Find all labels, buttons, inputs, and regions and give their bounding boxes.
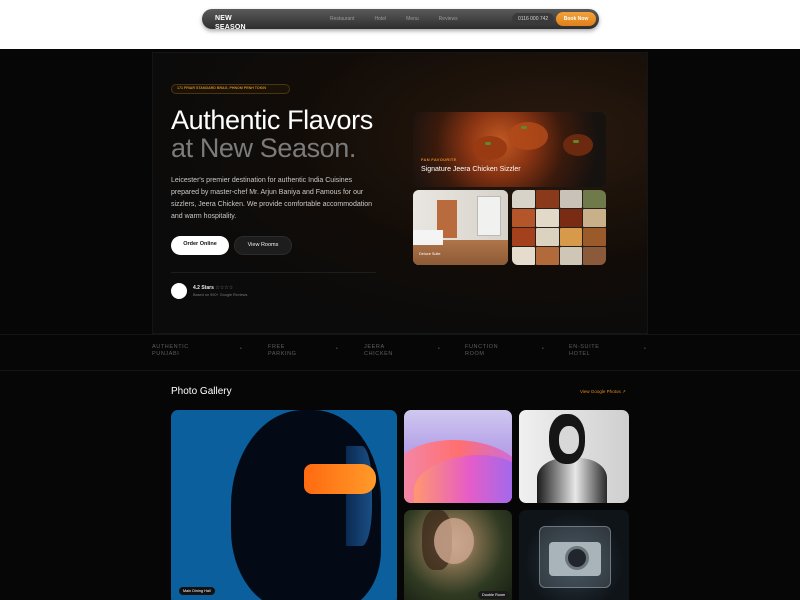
gallery-photo-motion[interactable]: Double Room	[404, 510, 512, 600]
nav-link-reviews[interactable]: Reviews	[439, 16, 458, 22]
gallery-photo-waves[interactable]	[404, 410, 512, 503]
nav-link-menu[interactable]: Menu	[406, 16, 419, 22]
view-rooms-button[interactable]: View Rooms	[234, 236, 292, 255]
photo-caption: Double Room	[478, 591, 510, 599]
hero-divider	[171, 272, 376, 273]
room-caption: Deluxe Suite	[419, 252, 441, 256]
gallery-photo-camera[interactable]	[519, 510, 629, 600]
phone-number[interactable]: 0116 000 742	[512, 13, 555, 25]
feature-item: FUNCTION ROOM	[465, 344, 499, 357]
gallery-photo-portrait[interactable]	[519, 410, 629, 503]
nav-link-restaurant[interactable]: Restaurant	[330, 16, 354, 22]
feature-item: JEERA CHICKEN	[364, 344, 393, 357]
gallery-photo-main[interactable]: Main Dining Hall	[171, 410, 397, 600]
gallery-title: Photo Gallery	[171, 386, 232, 397]
navbar: NEW SEASON Restaurant Hotel Menu Reviews…	[202, 9, 599, 32]
hero-description: Leicester's premier destination for auth…	[171, 177, 373, 220]
signature-tag: FAN FAVOURITE	[421, 157, 457, 162]
photo-caption: Main Dining Hall	[179, 587, 215, 595]
star-icon: ☆☆☆☆	[215, 285, 234, 291]
sunglasses	[304, 464, 376, 494]
google-logo-icon	[171, 283, 187, 299]
view-google-photos-link[interactable]: View Google Photos ↗	[580, 389, 626, 395]
rating: 4.2 Stars ☆☆☆☆	[193, 285, 233, 291]
room-bed	[413, 230, 443, 245]
brand-logo[interactable]: NEW SEASON	[215, 14, 255, 32]
feature-item: EN-SUITE HOTEL	[569, 344, 600, 357]
room-window	[477, 196, 501, 236]
order-online-button[interactable]: Order Online	[171, 236, 229, 255]
food-collage-card[interactable]	[512, 190, 606, 265]
nav-link-hotel[interactable]: Hotel	[374, 16, 386, 22]
rating-text: 4.2 Stars	[193, 285, 214, 291]
reviews-count: Based on 900+ Google Reviews	[193, 293, 248, 297]
hero-subheadline: at New Season.	[171, 133, 357, 163]
room-photo-card[interactable]: Deluxe Suite	[413, 190, 508, 265]
signature-title: Signature Jeera Chicken Sizzler	[421, 166, 521, 173]
features-strip: AUTHENTIC PUNJABI • FREE PARKING • JEERA…	[0, 334, 800, 371]
signature-dish-card[interactable]: FAN FAVOURITE Signature Jeera Chicken Si…	[413, 112, 606, 187]
feature-item: AUTHENTIC PUNJABI	[152, 344, 189, 357]
feature-item: FREE PARKING	[268, 344, 297, 357]
address-badge: 171 FRIAR STANDARD BRAG, PHNOM PENH TOKI…	[171, 84, 290, 94]
nav-links: Restaurant Hotel Menu Reviews	[330, 16, 458, 22]
hero-headline: Authentic Flavors	[171, 105, 373, 135]
top-band: NEW SEASON Restaurant Hotel Menu Reviews…	[0, 0, 800, 49]
book-now-button[interactable]: Book Now	[556, 12, 596, 26]
